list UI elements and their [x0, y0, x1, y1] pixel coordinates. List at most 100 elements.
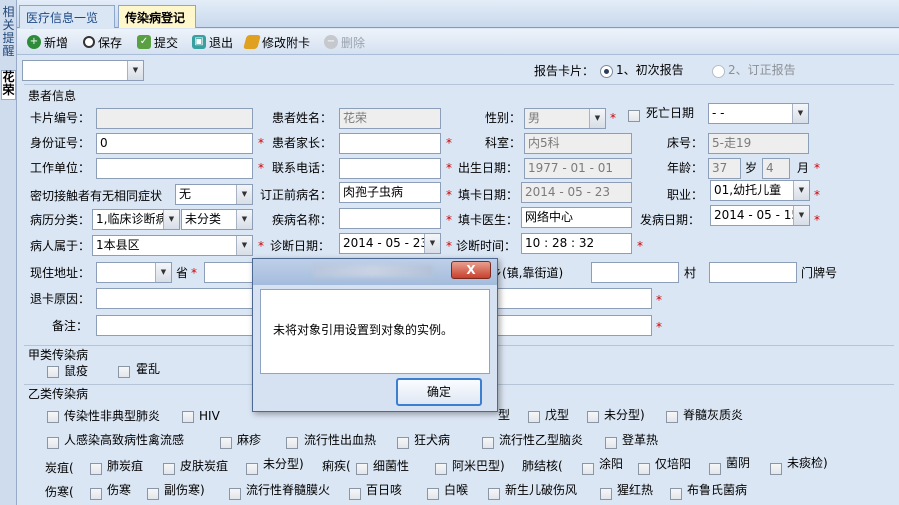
tab-medical-list[interactable]: 医疗信息一览表: [19, 5, 115, 42]
class-b-item: 新生儿破伤风: [505, 483, 578, 497]
guardian-field[interactable]: [339, 133, 441, 154]
report-initial-radio[interactable]: [600, 65, 613, 78]
class-b-checkbox[interactable]: [220, 437, 232, 449]
belong-select[interactable]: 1本县区 ▼: [92, 235, 253, 256]
class-b-checkbox[interactable]: [349, 488, 361, 500]
name-label: 患者姓名：: [272, 111, 333, 125]
class-b-checkbox[interactable]: [47, 437, 59, 449]
class-b-checkbox[interactable]: [605, 437, 617, 449]
disease-field[interactable]: [339, 208, 441, 229]
diag-time-field[interactable]: 10 : 28 : 32: [521, 233, 632, 254]
class-b-checkbox[interactable]: [90, 488, 102, 500]
class-b-checkbox[interactable]: [286, 437, 298, 449]
class-b-item: 百日咳: [366, 483, 403, 497]
age-years-field[interactable]: 37: [708, 158, 741, 179]
bed-field[interactable]: 5-走19: [708, 133, 809, 154]
typhoid-label: 伤寒(: [45, 485, 74, 499]
toolbar: + 新增 保存 ✓ 提交 ▣ 退出 修改附卡 − 删除: [17, 29, 899, 55]
class-b-item: 人感染高致病性禽流感: [64, 433, 185, 447]
village-field[interactable]: [591, 262, 679, 283]
class-b-checkbox[interactable]: [482, 437, 494, 449]
report-corrected-radio[interactable]: [712, 65, 725, 78]
save-button[interactable]: 保存: [83, 33, 122, 51]
class-b-checkbox[interactable]: [488, 488, 500, 500]
class-b-checkbox[interactable]: [709, 463, 721, 475]
class-b-checkbox[interactable]: [670, 488, 682, 500]
exit-button[interactable]: ▣ 退出: [192, 33, 233, 51]
village-label: 村: [684, 266, 697, 280]
diag-date-select[interactable]: 2014 - 05 - 23 ▼: [339, 233, 441, 254]
edit-card-button[interactable]: 修改附卡: [243, 33, 310, 51]
contact-select[interactable]: 无 ▼: [175, 184, 253, 205]
tab-infectious-register[interactable]: 传染病登记: [118, 5, 196, 28]
class-a-checkbox[interactable]: [47, 366, 59, 378]
job-select[interactable]: 01,幼托儿童 ▼: [710, 180, 810, 201]
age-months-field[interactable]: 4: [762, 158, 790, 179]
dysentery-label: 痢疾(: [322, 459, 351, 473]
top-select[interactable]: ▼: [22, 60, 144, 81]
class-b-checkbox[interactable]: [770, 463, 782, 475]
province-label: 省: [176, 266, 189, 280]
class-b-item: 麻疹: [237, 433, 262, 447]
job-label: 职业：: [667, 188, 704, 202]
house-field[interactable]: [709, 262, 797, 283]
onset-select[interactable]: 2014 - 05 - 15 ▼: [710, 205, 810, 226]
class-b-checkbox[interactable]: [600, 488, 612, 500]
card-no-field[interactable]: [96, 108, 253, 129]
note-label: 备注：: [52, 319, 89, 333]
class-b-item: 脊髓灰质炎: [683, 408, 744, 422]
fill-date-field[interactable]: 2014 - 05 - 23: [521, 182, 632, 203]
class-b-checkbox[interactable]: [638, 463, 650, 475]
belong-label: 病人属于：: [30, 239, 91, 253]
case-class-select[interactable]: 1,临床诊断病例 ▼: [92, 209, 180, 230]
class-b-checkbox[interactable]: [427, 488, 439, 500]
class-b-checkbox[interactable]: [666, 411, 678, 423]
required-mark: *: [814, 213, 820, 227]
submit-button[interactable]: ✓ 提交: [137, 33, 178, 51]
death-checkbox[interactable]: [628, 110, 640, 122]
class-b-item: 细菌性: [373, 459, 410, 473]
class-b-checkbox[interactable]: [397, 437, 409, 449]
check-icon: ✓: [137, 35, 151, 49]
work-field[interactable]: [96, 158, 253, 179]
dept-field[interactable]: 内5科: [524, 133, 632, 154]
prev-disease-field[interactable]: 肉孢子虫病: [339, 182, 441, 203]
class-b-checkbox[interactable]: [356, 463, 368, 475]
class-b-checkbox[interactable]: [246, 463, 258, 475]
class-b-checkbox[interactable]: [229, 488, 241, 500]
province-select[interactable]: ▼: [96, 262, 172, 283]
birth-field[interactable]: 1977 - 01 - 01: [524, 158, 632, 179]
dialog-close-button[interactable]: X: [451, 261, 491, 279]
case-class2-select[interactable]: 未分类 ▼: [181, 209, 253, 230]
death-date-label: 死亡日期: [646, 106, 695, 120]
new-button[interactable]: + 新增: [27, 33, 68, 51]
class-b-checkbox[interactable]: [587, 411, 599, 423]
class-b-checkbox[interactable]: [163, 463, 175, 475]
sidebar-reminder-tab[interactable]: 相关提醒: [1, 6, 16, 68]
class-b-checkbox[interactable]: [47, 411, 59, 423]
required-mark: *: [446, 161, 452, 175]
class-b-checkbox[interactable]: [582, 463, 594, 475]
phone-field[interactable]: [339, 158, 441, 179]
ok-button[interactable]: 确定: [396, 378, 482, 406]
delete-button[interactable]: − 删除: [324, 33, 365, 51]
class-b-item: 狂犬病: [414, 433, 451, 447]
sidebar-patient-tab[interactable]: 花荣: [1, 70, 16, 100]
gender-select[interactable]: 男 ▼: [524, 108, 606, 129]
class-a-checkbox[interactable]: [118, 366, 130, 378]
death-date-select[interactable]: - - ▼: [708, 103, 809, 124]
city-field[interactable]: [204, 262, 254, 283]
doctor-field[interactable]: 网络中心: [521, 207, 632, 228]
class-b-checkbox[interactable]: [182, 411, 194, 423]
id-field[interactable]: 0: [96, 133, 253, 154]
class-b-checkbox[interactable]: [147, 488, 159, 500]
class-b-item: 戊型: [545, 408, 570, 422]
chevron-down-icon: ▼: [792, 104, 808, 123]
class-b-item: 流行性脊髓膜火: [246, 483, 331, 497]
class-b-item: 未分型): [604, 408, 645, 422]
class-b-checkbox[interactable]: [435, 463, 447, 475]
name-field[interactable]: 花荣: [339, 108, 441, 129]
class-b-checkbox[interactable]: [528, 411, 540, 423]
class-b-item: 伤寒: [107, 483, 132, 497]
class-b-checkbox[interactable]: [90, 463, 102, 475]
